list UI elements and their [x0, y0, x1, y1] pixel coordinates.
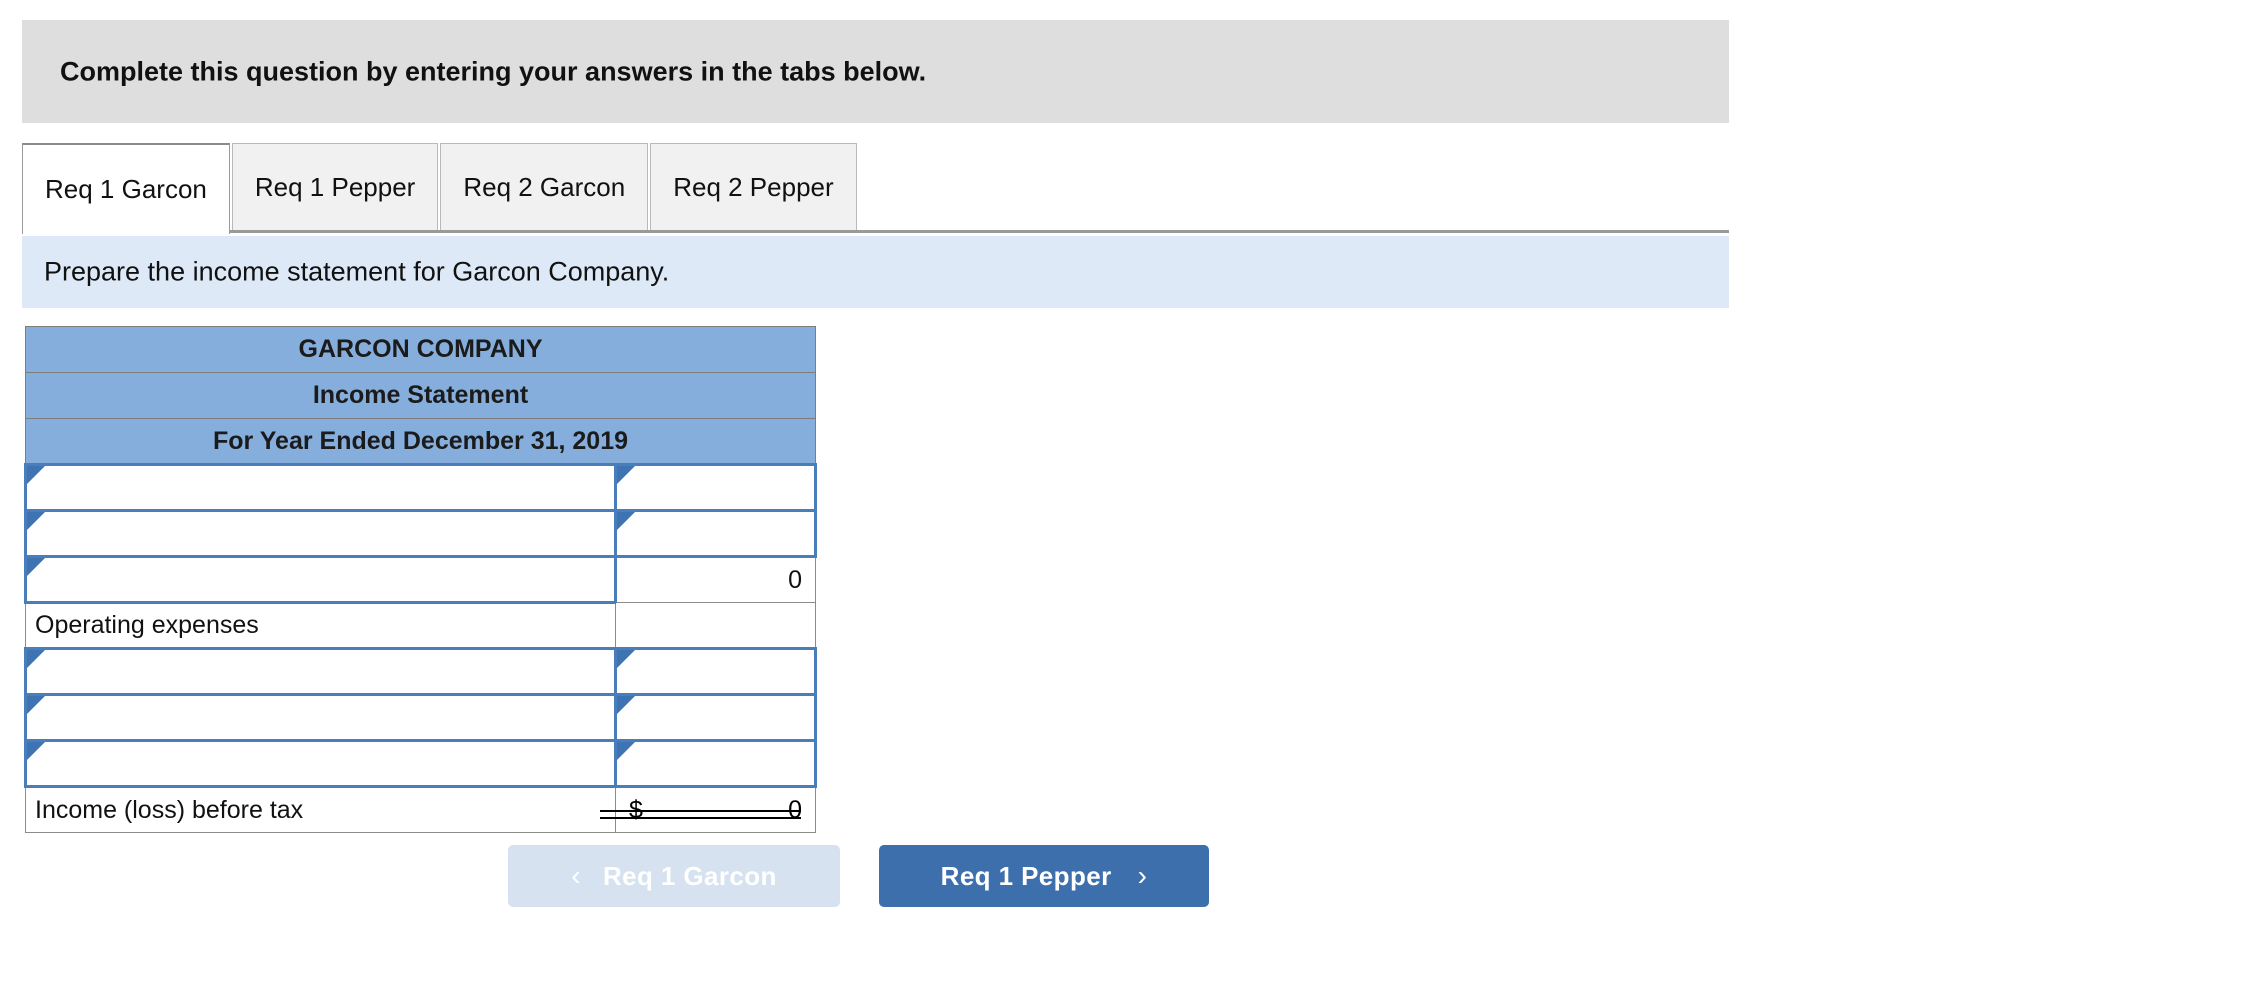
table-row [24, 739, 818, 788]
tab-strip: Req 1 Garcon Req 1 Pepper Req 2 Garcon R… [22, 143, 1729, 234]
operating-expenses-amount-cell [614, 602, 817, 649]
table-row: 0 [24, 555, 817, 604]
amount-select-row-6[interactable] [613, 693, 818, 742]
tab-label: Req 1 Garcon [45, 174, 207, 204]
subtotal-amount-row-3: 0 [614, 555, 817, 603]
table-header-row: GARCON COMPANY [24, 326, 817, 373]
account-select-row-7[interactable] [24, 739, 617, 788]
tab-req-2-garcon[interactable]: Req 2 Garcon [440, 143, 649, 231]
subtotal-value: 0 [788, 565, 803, 594]
dropdown-triangle-icon [27, 558, 45, 576]
amount-select-row-2[interactable] [613, 509, 818, 558]
tab-req-2-pepper[interactable]: Req 2 Pepper [650, 143, 857, 231]
income-statement-table: GARCON COMPANY Income Statement For Year… [24, 326, 818, 833]
next-req-1-pepper-button[interactable]: Req 1 Pepper › [879, 845, 1209, 907]
table-row [24, 647, 818, 696]
statement-company-name: GARCON COMPANY [24, 326, 817, 373]
amount-select-row-5[interactable] [613, 647, 818, 696]
requirement-text: Prepare the income statement for Garcon … [44, 256, 670, 287]
income-before-tax-label-cell: Income (loss) before tax [25, 786, 616, 833]
tab-label: Req 1 Pepper [254, 172, 416, 202]
tab-req-1-garcon[interactable]: Req 1 Garcon [22, 143, 230, 234]
table-row [24, 463, 818, 512]
account-select-row-2[interactable] [24, 509, 617, 558]
tab-label: Req 2 Pepper [673, 172, 834, 202]
table-header-row: Income Statement [24, 372, 817, 419]
table-row [24, 509, 818, 558]
account-select-row-5[interactable] [24, 647, 617, 696]
amount-select-row-7[interactable] [613, 739, 818, 788]
dropdown-triangle-icon [617, 742, 635, 760]
instruction-banner: Complete this question by entering your … [22, 20, 1729, 123]
account-select-row-6[interactable] [24, 693, 617, 742]
prev-button-label: Req 1 Garcon [602, 860, 777, 891]
total-double-underline [600, 810, 801, 819]
table-header-row: For Year Ended December 31, 2019 [24, 418, 817, 465]
account-select-row-1[interactable] [24, 463, 617, 512]
dropdown-triangle-icon [617, 696, 635, 714]
amount-select-row-1[interactable] [613, 463, 818, 512]
chevron-left-icon: ‹ [571, 860, 581, 891]
statement-type: Income Statement [24, 372, 817, 419]
tab-strip-underline [22, 230, 1729, 233]
dropdown-triangle-icon [617, 512, 635, 530]
tab-req-1-pepper[interactable]: Req 1 Pepper [231, 143, 439, 231]
dropdown-triangle-icon [27, 742, 45, 760]
prev-req-1-garcon-button[interactable]: ‹ Req 1 Garcon [508, 845, 840, 907]
income-before-tax-label: Income (loss) before tax [35, 795, 304, 824]
operating-expenses-label-cell: Operating expenses [25, 602, 616, 649]
dropdown-triangle-icon [617, 466, 635, 484]
requirement-bar: Prepare the income statement for Garcon … [22, 236, 1729, 308]
dropdown-triangle-icon [27, 696, 45, 714]
dropdown-triangle-icon [27, 650, 45, 668]
statement-period: For Year Ended December 31, 2019 [24, 418, 817, 465]
chevron-right-icon: › [1137, 860, 1148, 891]
active-tab-underline-mask [23, 230, 207, 233]
dropdown-triangle-icon [27, 466, 45, 484]
table-row [24, 693, 818, 742]
operating-expenses-label: Operating expenses [35, 611, 259, 639]
dropdown-triangle-icon [617, 650, 635, 668]
tab-label: Req 2 Garcon [463, 172, 626, 202]
instruction-text: Complete this question by entering your … [60, 56, 927, 86]
tab-row: Req 1 Garcon Req 1 Pepper Req 2 Garcon R… [22, 143, 859, 234]
next-button-label: Req 1 Pepper [940, 860, 1112, 891]
navigation-bar: ‹ Req 1 Garcon Req 1 Pepper › [0, 845, 2260, 915]
dropdown-triangle-icon [27, 512, 45, 530]
table-row: Operating expenses [25, 602, 817, 649]
account-select-row-3[interactable] [24, 555, 617, 604]
